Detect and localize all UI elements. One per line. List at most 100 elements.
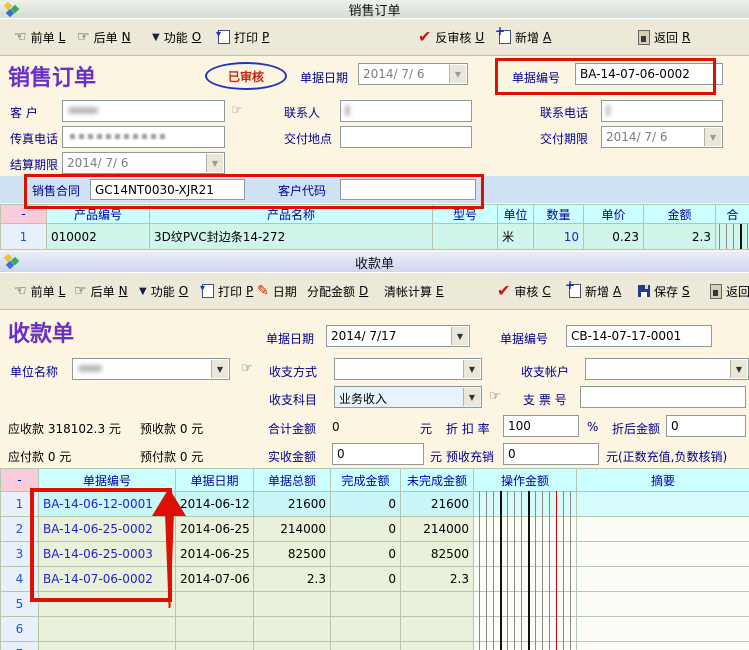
summary-cell[interactable]: [577, 517, 749, 542]
row-number-cell[interactable]: 6: [1, 617, 39, 642]
doc-no-cell[interactable]: [39, 617, 176, 642]
done-amount-cell[interactable]: [331, 592, 401, 617]
unaudit-button[interactable]: ✔反审核U: [418, 19, 484, 55]
contact-input[interactable]: [340, 100, 472, 122]
operate-amount-cell[interactable]: [474, 617, 577, 642]
product-code-cell[interactable]: 010002: [47, 224, 150, 250]
next-doc-button[interactable]: ☞后单N: [74, 273, 128, 309]
summary-cell[interactable]: [577, 492, 749, 517]
doc-total-cell[interactable]: [254, 617, 331, 642]
allocate-amount-button[interactable]: 分配金额D: [307, 273, 368, 309]
doc-no-cell[interactable]: [39, 642, 176, 650]
new-doc-button[interactable]: 新增A: [499, 19, 551, 55]
summary-cell[interactable]: [577, 617, 749, 642]
table-row[interactable]: 2 BA-14-06-25-0002 2014-06-25 214000 0 2…: [1, 517, 749, 542]
model-cell[interactable]: [433, 224, 498, 250]
table-row[interactable]: 1 BA-14-06-12-0001 2014-06-12 21600 0 21…: [1, 492, 749, 517]
dropdown-arrow-icon[interactable]: ▼: [451, 327, 468, 345]
amount-cell[interactable]: 2.3: [644, 224, 716, 250]
done-amount-cell[interactable]: [331, 642, 401, 650]
save-button[interactable]: 保存S: [638, 273, 690, 309]
print-button[interactable]: 打印P: [202, 273, 253, 309]
price-cell[interactable]: 0.23: [584, 224, 644, 250]
doc-date-dropdown[interactable]: 2014/ 7/17▼: [326, 325, 470, 347]
product-name-cell[interactable]: 3D纹PVC封边条14-272: [150, 224, 433, 250]
row-number-cell[interactable]: 1: [1, 224, 47, 250]
operate-amount-cell[interactable]: [474, 492, 577, 517]
remain-amount-cell[interactable]: [401, 642, 474, 650]
doc-date-cell[interactable]: [176, 592, 254, 617]
total-ledger-cell[interactable]: [716, 224, 749, 250]
table-row[interactable]: 5: [1, 592, 749, 617]
dropdown-arrow-icon[interactable]: ▼: [463, 388, 480, 406]
doc-total-cell[interactable]: 82500: [254, 542, 331, 567]
doc-no-cell[interactable]: BA-14-07-06-0002: [39, 567, 176, 592]
doc-total-cell[interactable]: [254, 592, 331, 617]
doc-date-dropdown[interactable]: 2014/ 7/ 6▼: [358, 63, 468, 85]
functions-button[interactable]: ▼功能O: [139, 273, 188, 309]
done-amount-cell[interactable]: 0: [331, 517, 401, 542]
remain-amount-cell[interactable]: 214000: [401, 517, 474, 542]
operate-amount-cell[interactable]: [474, 592, 577, 617]
doc-total-cell[interactable]: 2.3: [254, 567, 331, 592]
remain-amount-cell[interactable]: [401, 592, 474, 617]
prev-doc-button[interactable]: ☜前单L: [14, 19, 65, 55]
operate-amount-cell[interactable]: [474, 517, 577, 542]
row-number-cell[interactable]: 3: [1, 542, 39, 567]
doc-date-cell[interactable]: [176, 642, 254, 650]
after-discount-input[interactable]: 0: [666, 415, 746, 437]
cheque-no-input[interactable]: [580, 386, 746, 408]
row-number-cell[interactable]: 1: [1, 492, 39, 517]
dropdown-arrow-icon[interactable]: ▼: [449, 65, 466, 83]
settle-date-dropdown[interactable]: 2014/ 7/ 6▼: [62, 152, 225, 174]
row-number-cell[interactable]: 5: [1, 592, 39, 617]
date-button[interactable]: ✎日期: [257, 273, 297, 309]
done-amount-cell[interactable]: 0: [331, 567, 401, 592]
dropdown-arrow-icon[interactable]: ▼: [211, 360, 228, 378]
qty-cell[interactable]: 10: [534, 224, 584, 250]
row-number-cell[interactable]: 7: [1, 642, 39, 650]
dropdown-arrow-icon[interactable]: ▼: [704, 128, 721, 146]
prev-doc-button[interactable]: ☜前单L: [14, 273, 65, 309]
delivery-date-dropdown[interactable]: 2014/ 7/ 6▼: [601, 126, 723, 148]
new-doc-button[interactable]: 新增A: [569, 273, 621, 309]
table-row[interactable]: 3 BA-14-06-25-0003 2014-06-25 82500 0 82…: [1, 542, 749, 567]
print-button[interactable]: 打印P: [218, 19, 269, 55]
delivery-place-input[interactable]: [340, 126, 472, 148]
doc-total-cell[interactable]: 214000: [254, 517, 331, 542]
doc-no-cell[interactable]: BA-14-06-25-0002: [39, 517, 176, 542]
doc-total-cell[interactable]: [254, 642, 331, 650]
doc-no-cell[interactable]: BA-14-06-25-0003: [39, 542, 176, 567]
summary-cell[interactable]: [577, 542, 749, 567]
done-amount-cell[interactable]: 0: [331, 492, 401, 517]
summary-cell[interactable]: [577, 592, 749, 617]
next-doc-button[interactable]: ☞后单N: [77, 19, 131, 55]
table-row[interactable]: 4 BA-14-07-06-0002 2014-07-06 2.3 0 2.3: [1, 567, 749, 592]
row-number-cell[interactable]: 4: [1, 567, 39, 592]
dropdown-arrow-icon[interactable]: ▼: [463, 360, 480, 378]
doc-no-cell[interactable]: [39, 592, 176, 617]
doc-date-cell[interactable]: 2014-06-25: [176, 517, 254, 542]
table-row[interactable]: 7: [1, 642, 749, 650]
remain-amount-cell[interactable]: 82500: [401, 542, 474, 567]
discount-rate-input[interactable]: 100: [503, 415, 579, 437]
operate-amount-cell[interactable]: [474, 642, 577, 650]
dropdown-arrow-icon[interactable]: ▼: [206, 154, 223, 172]
clear-calc-button[interactable]: 清帐计算E: [384, 273, 444, 309]
functions-button[interactable]: ▼功能O: [152, 19, 201, 55]
actual-amount-input[interactable]: 0: [332, 443, 424, 465]
dropdown-arrow-icon[interactable]: ▼: [730, 360, 747, 378]
operate-amount-cell[interactable]: [474, 542, 577, 567]
doc-date-cell[interactable]: 2014-06-25: [176, 542, 254, 567]
summary-cell[interactable]: [577, 642, 749, 650]
done-amount-cell[interactable]: 0: [331, 542, 401, 567]
customer-code-input[interactable]: [340, 179, 476, 200]
doc-no-input[interactable]: CB-14-07-17-0001: [566, 325, 712, 347]
doc-date-cell[interactable]: 2014-06-12: [176, 492, 254, 517]
remain-amount-cell[interactable]: 2.3: [401, 567, 474, 592]
return-button[interactable]: 返回R: [710, 273, 749, 309]
doc-date-cell[interactable]: [176, 617, 254, 642]
remain-amount-cell[interactable]: 21600: [401, 492, 474, 517]
remain-amount-cell[interactable]: [401, 617, 474, 642]
offset-input[interactable]: 0: [503, 443, 599, 465]
